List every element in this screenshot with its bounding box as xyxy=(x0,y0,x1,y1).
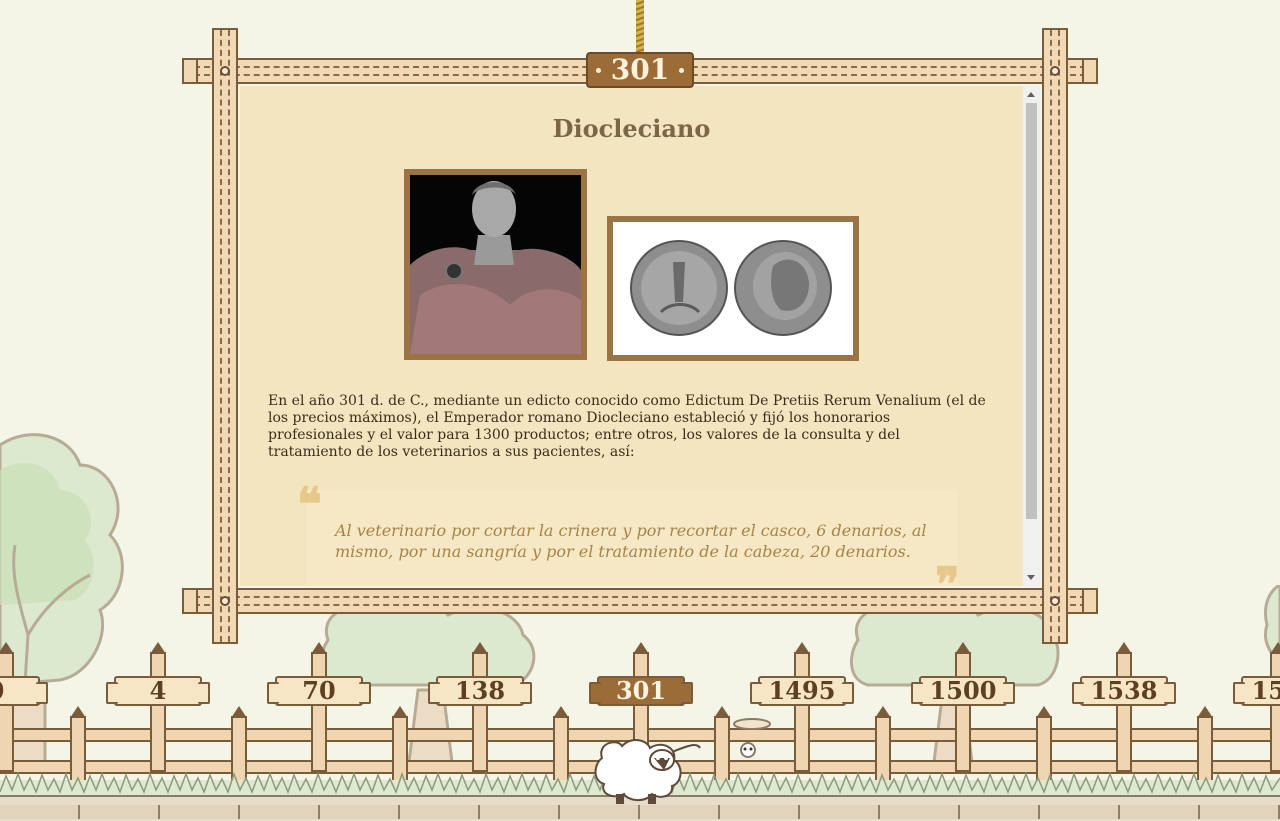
scrollbar-thumb[interactable] xyxy=(1026,103,1037,519)
quote-text: Al veterinario por cortar la crinera y p… xyxy=(335,521,927,561)
timeline-year-1550[interactable]: 1550 xyxy=(1233,676,1280,706)
sheep-icon xyxy=(594,739,701,804)
content-panel[interactable]: Diocleciano En el año 301 d. de C., medi… xyxy=(240,86,1040,586)
frame-beam-end xyxy=(1082,588,1098,614)
timeline-post xyxy=(955,642,971,772)
small-animal-icon xyxy=(733,718,771,758)
close-quote-icon: ❞ xyxy=(935,557,960,586)
sign-nail-icon xyxy=(679,68,684,73)
timeline-year-0[interactable]: 0 xyxy=(0,676,48,706)
timeline-post xyxy=(150,642,166,772)
open-quote-icon: ❝ xyxy=(297,477,322,531)
vertical-scrollbar[interactable] xyxy=(1023,86,1040,586)
frame-beam-end xyxy=(1082,58,1098,84)
scroll-up-icon[interactable] xyxy=(1027,92,1035,97)
frame-pillar-left xyxy=(212,28,238,644)
roman-coins-image xyxy=(607,216,859,361)
timeline-post xyxy=(311,642,327,772)
timeline-post xyxy=(0,642,14,772)
frame-beam-end xyxy=(182,588,198,614)
diocletian-bust-image xyxy=(404,169,587,360)
nail-icon xyxy=(1050,596,1060,606)
timeline-post xyxy=(794,642,810,772)
timeline-year-70[interactable]: 70 xyxy=(267,676,371,706)
timeline-year-1495[interactable]: 1495 xyxy=(750,676,854,706)
quote-block: ❝ Al veterinario por cortar la crinera y… xyxy=(297,481,960,586)
nail-icon xyxy=(1050,66,1060,76)
timeline-post xyxy=(1116,642,1132,772)
timeline-post xyxy=(472,642,488,772)
frame-beam-bottom xyxy=(192,588,1088,614)
timeline-year-1538[interactable]: 1538 xyxy=(1072,676,1176,706)
body-paragraph: En el año 301 d. de C., mediante un edic… xyxy=(268,393,986,460)
timeline-year-1500[interactable]: 1500 xyxy=(911,676,1015,706)
nail-icon xyxy=(220,66,230,76)
frame-beam-end xyxy=(182,58,198,84)
hanging-rope xyxy=(636,0,644,56)
year-title: 301 xyxy=(610,53,670,86)
ground-tiles xyxy=(0,805,1280,819)
scroll-down-icon[interactable] xyxy=(1027,575,1035,580)
timeline-year-138[interactable]: 138 xyxy=(428,676,532,706)
page-title: Diocleciano xyxy=(552,114,711,143)
timeline-post xyxy=(1270,642,1280,772)
tree-left xyxy=(0,433,124,765)
timeline-year-4[interactable]: 4 xyxy=(106,676,210,706)
sign-nail-icon xyxy=(596,68,601,73)
timeline-year-301-active[interactable]: 301 xyxy=(589,676,693,706)
frame-pillar-right xyxy=(1042,28,1068,644)
year-title-sign: 301 xyxy=(586,52,694,88)
nail-icon xyxy=(220,596,230,606)
